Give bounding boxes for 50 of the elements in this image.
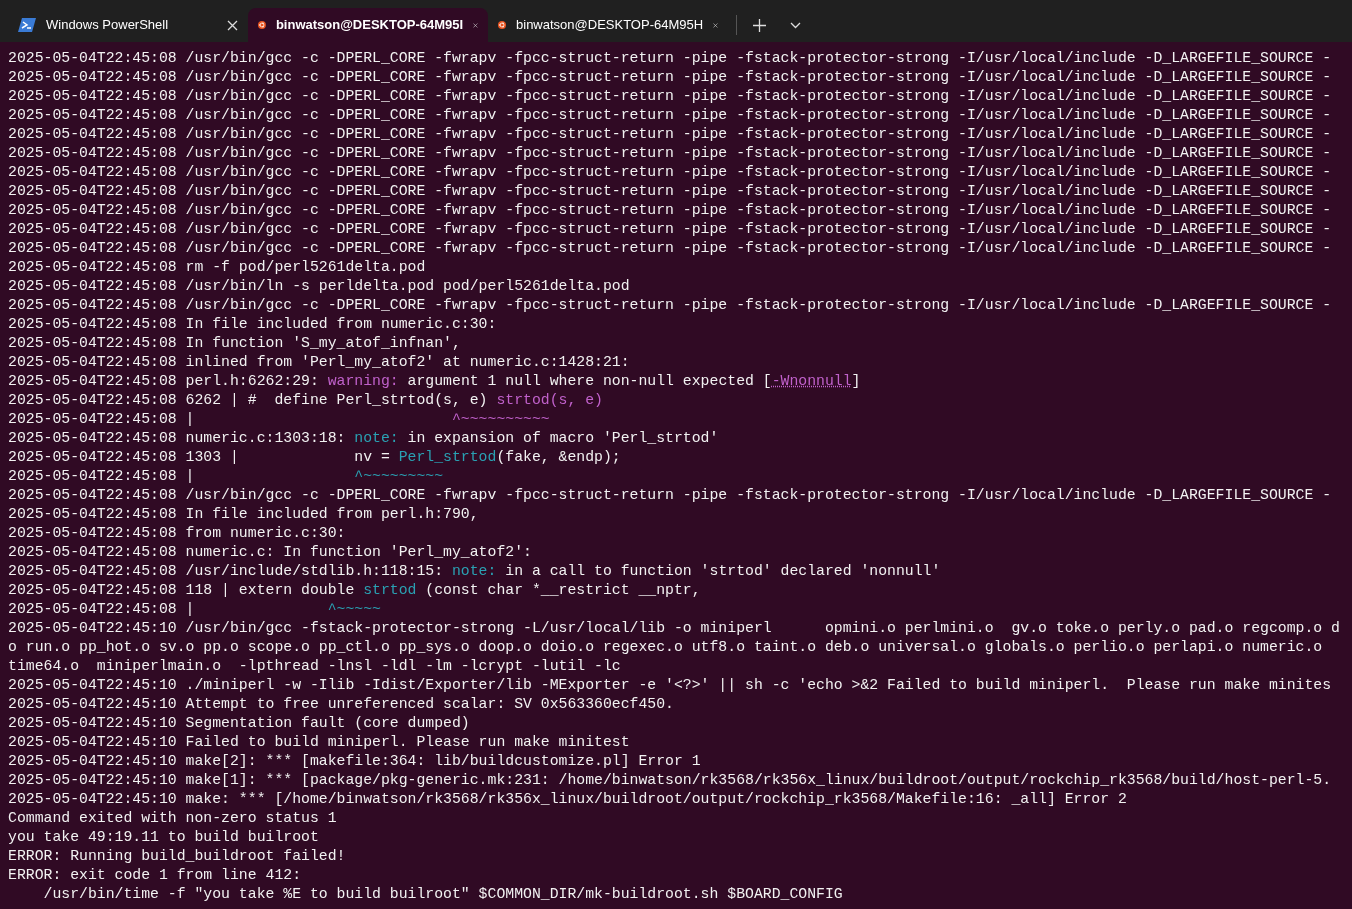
terminal-line: o run.o pp_hot.o sv.o pp.o scope.o pp_ctl.o pp_sys.o doop.o doio.o regexec.o utf8.o taint.o deb.o universal.o globals.o perlio.o perlapi.o numeric.o: [8, 638, 1324, 657]
terminal-line: 2025-05-04T22:45:08 In file included from numeric.c:30:: [8, 315, 498, 334]
terminal-line: 2025-05-04T22:45:08 | ^~~~~~: [8, 600, 382, 619]
terminal-line: 2025-05-04T22:45:08 | ^~~~~~~~~~: [8, 467, 445, 486]
tab[interactable]: Windows PowerShell: [8, 8, 248, 42]
tab[interactable]: binwatson@DESKTOP-64M95H: [488, 8, 728, 42]
tab[interactable]: binwatson@DESKTOP-64M95I: [248, 8, 488, 42]
terminal-line: 2025-05-04T22:45:08 /usr/bin/gcc -c -DPERL_CORE -fwrapv -fpcc-struct-return -pipe -fstack-protector-strong -I/usr/local/include -D_LARGEFILE_SOURCE -: [8, 106, 1333, 125]
terminal-line: 2025-05-04T22:45:10 make[2]: *** [makefile:364: lib/buildcustomize.pl] Error 1: [8, 752, 702, 771]
terminal-line: 2025-05-04T22:45:08 rm -f pod/perl5261delta.pod: [8, 258, 427, 277]
terminal-line: Command exited with non-zero status 1: [8, 809, 338, 828]
terminal-line: 2025-05-04T22:45:10 Segmentation fault (core dumped): [8, 714, 471, 733]
terminal-line: 2025-05-04T22:45:08 In file included from perl.h:790,: [8, 505, 480, 524]
terminal-line: 2025-05-04T22:45:08 numeric.c: In function 'Perl_my_atof2':: [8, 543, 533, 562]
terminal-line: 2025-05-04T22:45:08 /usr/bin/gcc -c -DPERL_CORE -fwrapv -fpcc-struct-return -pipe -fstack-protector-strong -I/usr/local/include -D_LARGEFILE_SOURCE -: [8, 144, 1333, 163]
terminal-line: 2025-05-04T22:45:10 Failed to build miniperl. Please run make minitest: [8, 733, 631, 752]
terminal-line: 2025-05-04T22:45:10 Attempt to free unreferenced scalar: SV 0x563360ecf450.: [8, 695, 675, 714]
terminal-line: 2025-05-04T22:45:08 /usr/bin/gcc -c -DPERL_CORE -fwrapv -fpcc-struct-return -pipe -fstack-protector-strong -I/usr/local/include -D_LARGEFILE_SOURCE -: [8, 68, 1333, 87]
terminal-line: 2025-05-04T22:45:08 /usr/bin/gcc -c -DPERL_CORE -fwrapv -fpcc-struct-return -pipe -fstack-protector-strong -I/usr/local/include -D_LARGEFILE_SOURCE -: [8, 163, 1333, 182]
terminal-line: 2025-05-04T22:45:08 /usr/bin/gcc -c -DPERL_CORE -fwrapv -fpcc-struct-return -pipe -fstack-protector-strong -I/usr/local/include -D_LARGEFILE_SOURCE -: [8, 486, 1333, 505]
terminal-line: 2025-05-04T22:45:08 /usr/bin/gcc -c -DPERL_CORE -fwrapv -fpcc-struct-return -pipe -fstack-protector-strong -I/usr/local/include -D_LARGEFILE_SOURCE -: [8, 239, 1333, 258]
terminal-line: 2025-05-04T22:45:08 numeric.c:1303:18: note: in expansion of macro 'Perl_strtod': [8, 429, 720, 448]
terminal-line: 2025-05-04T22:45:08 /usr/bin/gcc -c -DPERL_CORE -fwrapv -fpcc-struct-return -pipe -fstack-protector-strong -I/usr/local/include -D_LARGEFILE_SOURCE -: [8, 220, 1333, 239]
terminal-line: 2025-05-04T22:45:10 make: *** [/home/binwatson/rk3568/rk356x_linux/buildroot/output/rockchip_rk3568/Makefile:16: _all] Error 2: [8, 790, 1128, 809]
close-icon[interactable]: [227, 19, 238, 31]
terminal-line: 2025-05-04T22:45:10 make[1]: *** [package/pkg-generic.mk:231: /home/binwatson/rk3568/rk356x_linux/buildroot/output/rockchip_rk3568/build/host-perl-5.: [8, 771, 1333, 790]
terminal-line: 2025-05-04T22:45:08 /usr/bin/gcc -c -DPERL_CORE -fwrapv -fpcc-struct-return -pipe -fstack-protector-strong -I/usr/local/include -D_LARGEFILE_SOURCE -: [8, 296, 1333, 315]
terminal-line: /usr/bin/time -f "you take %E to build builroot" $COMMON_DIR/mk-buildroot.sh $BOARD_CONFIG: [42, 885, 844, 904]
terminal-line: 2025-05-04T22:45:08 /usr/include/stdlib.h:118:15: note: in a call to function 'strtod' declared 'nonnull': [8, 562, 942, 581]
terminal-line: 2025-05-04T22:45:08 1303 | nv = Perl_strtod(fake, &endp);: [8, 448, 622, 467]
terminal-line: ERROR: exit code 1 from line 412:: [8, 866, 303, 885]
terminal-line: 2025-05-04T22:45:08 /usr/bin/gcc -c -DPERL_CORE -fwrapv -fpcc-struct-return -pipe -fstack-protector-strong -I/usr/local/include -D_LARGEFILE_SOURCE -: [8, 49, 1333, 68]
terminal-line: 2025-05-04T22:45:08 6262 | # define Perl_strtod(s, e) strtod(s, e): [8, 391, 604, 410]
terminal-line: 2025-05-04T22:45:08 inlined from 'Perl_my_atof2' at numeric.c:1428:21:: [8, 353, 631, 372]
terminal-line: 2025-05-04T22:45:08 /usr/bin/gcc -c -DPERL_CORE -fwrapv -fpcc-struct-return -pipe -fstack-protector-strong -I/usr/local/include -D_LARGEFILE_SOURCE -: [8, 201, 1333, 220]
terminal-line: 2025-05-04T22:45:08 118 | extern double strtod (const char *__restrict __nptr,: [8, 581, 702, 600]
terminal-line: 2025-05-04T22:45:08 In function 'S_my_atof_infnan',: [8, 334, 462, 353]
terminal-line: time64.o miniperlmain.o -lpthread -lnsl -ldl -lm -lcrypt -lutil -lc: [8, 657, 622, 676]
terminal-line: ERROR: Running build_buildroot failed!: [8, 847, 347, 866]
terminal-line: 2025-05-04T22:45:08 | ^~~~~~~~~~~: [8, 410, 551, 429]
terminal-line: you take 49:19.11 to build builroot: [8, 828, 320, 847]
terminal-line: 2025-05-04T22:45:08 from numeric.c:30:: [8, 524, 347, 543]
terminal-line: 2025-05-04T22:45:08 /usr/bin/gcc -c -DPERL_CORE -fwrapv -fpcc-struct-return -pipe -fstack-protector-strong -I/usr/local/include -D_LARGEFILE_SOURCE -: [8, 125, 1333, 144]
terminal-line: 2025-05-04T22:45:10 ./miniperl -w -Ilib -Idist/Exporter/lib -MExporter -e '<?>' || sh -c 'echo >&2 Failed to build miniperl. Please run make minites: [8, 676, 1333, 695]
terminal-line: 2025-05-04T22:45:08 /usr/bin/gcc -c -DPERL_CORE -fwrapv -fpcc-struct-return -pipe -fstack-protector-strong -I/usr/local/include -D_LARGEFILE_SOURCE -: [8, 87, 1333, 106]
terminal-line: 2025-05-04T22:45:08 /usr/bin/gcc -c -DPERL_CORE -fwrapv -fpcc-struct-return -pipe -fstack-protector-strong -I/usr/local/include -D_LARGEFILE_SOURCE -: [8, 182, 1333, 201]
terminal-prompt-icon: [18, 17, 36, 33]
terminal-line: 2025-05-04T22:45:08 perl.h:6262:29: warning: argument 1 null where non-null expected [-Wnonnull]: [8, 372, 862, 391]
terminal-line: 2025-05-04T22:45:08 /usr/bin/ln -s perldelta.pod pod/perl5261delta.pod: [8, 277, 631, 296]
terminal-line: 2025-05-04T22:45:10 /usr/bin/gcc -fstack-protector-strong -L/usr/local/lib -o miniperl opmini.o perlmini.o gv.o toke.o perly.o pad.o regcomp.o d: [8, 619, 1341, 638]
